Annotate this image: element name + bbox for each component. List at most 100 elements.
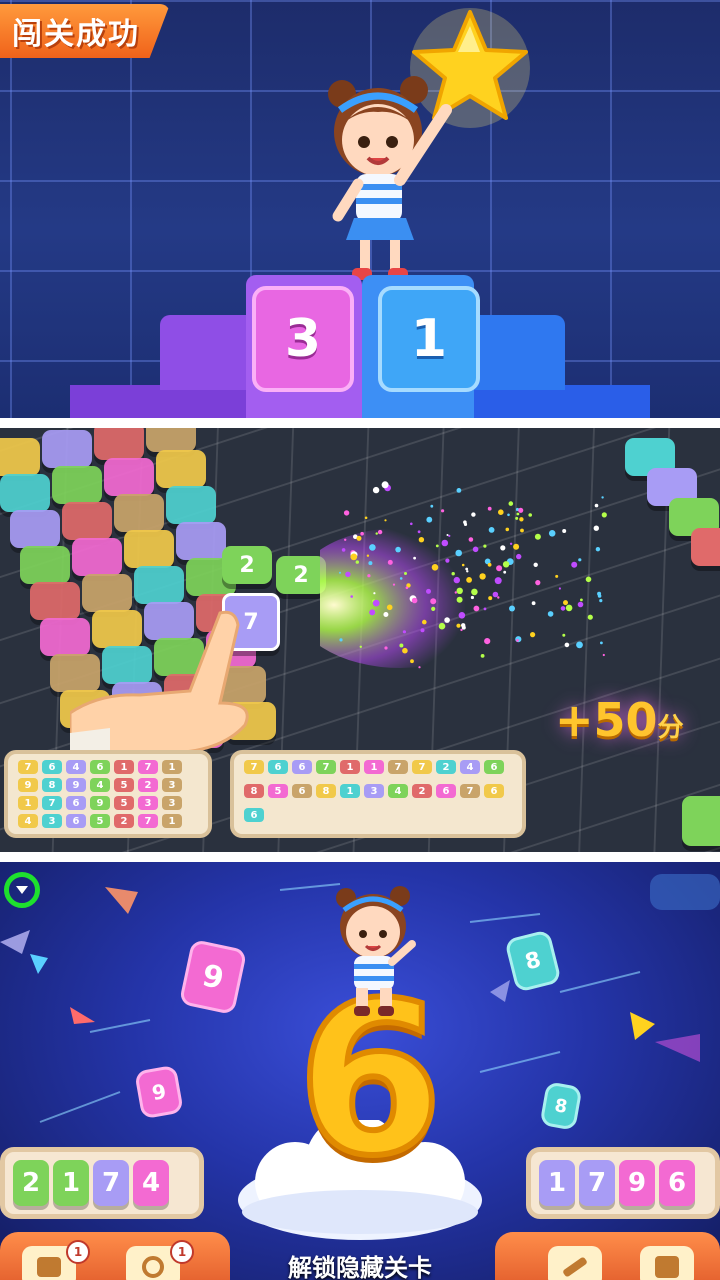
sparkle-dot <box>441 539 449 547</box>
tray-mini-tile: 6 <box>484 760 504 774</box>
sparkle-dot <box>372 486 380 494</box>
sparkle-dot <box>359 645 362 648</box>
sparkle-dot <box>413 556 416 560</box>
tray-mini-tile: 1 <box>364 760 384 774</box>
sparkle-dot <box>518 507 524 513</box>
sparkle-dot <box>381 481 389 489</box>
sparkle-dot <box>399 577 403 580</box>
sparkle-dot <box>404 572 407 575</box>
sparkle-dot <box>392 583 396 586</box>
sparkle-dot <box>339 571 341 574</box>
sparkle-dot <box>431 564 439 571</box>
tray-mini-tile: 5 <box>90 814 110 828</box>
sparkle-dot <box>445 558 450 563</box>
tray-tile[interactable]: 2 <box>13 1160 49 1206</box>
tray-mini-tile: 9 <box>90 796 110 810</box>
tray-mini-tile: 3 <box>42 814 62 828</box>
tray-tile[interactable]: 6 <box>659 1160 695 1206</box>
sparkle-dot <box>473 605 480 612</box>
tray-mini-tile: 7 <box>138 760 158 774</box>
tile-tray-right-bottom[interactable]: 1 7 9 6 <box>526 1147 720 1219</box>
sparkle-dot <box>422 619 427 625</box>
tray-tile[interactable]: 9 <box>619 1160 655 1206</box>
board-tile <box>62 502 112 540</box>
top-right-pill-button[interactable] <box>650 874 720 910</box>
chevron-down-icon <box>16 886 28 894</box>
sparkle-dot <box>492 591 499 598</box>
sparkle-dot <box>496 565 503 572</box>
sparkle-dot <box>560 606 566 611</box>
tray-tile[interactable]: 7 <box>579 1160 615 1206</box>
score-popup: +50分 <box>555 693 684 747</box>
tray-tile[interactable]: 7 <box>93 1160 129 1206</box>
sparkle-dot <box>534 533 541 540</box>
sparkle-dot <box>516 512 520 516</box>
tray-mini-tile: 2 <box>412 784 432 798</box>
sparkle-dot <box>410 659 414 664</box>
sparkle-dot <box>360 531 364 536</box>
board-tile <box>0 438 40 476</box>
sparkle-dot <box>509 605 515 612</box>
sparkle-dot <box>456 623 461 628</box>
board-tile-merge-b[interactable]: 2 <box>276 556 326 594</box>
tray-mini-tile: 8 <box>244 784 264 798</box>
sparkle-dot <box>547 611 554 617</box>
sparkle-dot <box>471 512 476 517</box>
sparkle-dot <box>369 544 376 551</box>
sparkle-dot <box>446 534 449 536</box>
sparkle-dot <box>448 534 451 537</box>
sparkle-dot <box>587 614 593 620</box>
tray-tile[interactable]: 1 <box>53 1160 89 1206</box>
sparkle-dot <box>488 596 493 601</box>
sparkle-dot <box>373 592 376 595</box>
sparkle-dot <box>483 607 487 611</box>
sparkle-dot <box>597 594 602 598</box>
tray-mini-tile: 6 <box>90 760 110 774</box>
board-tile-merge-a[interactable]: 2 <box>222 546 272 584</box>
tray-tile[interactable]: 1 <box>539 1160 575 1206</box>
podium-tile-right: 1 <box>378 286 480 392</box>
tray-mini-tile: 1 <box>162 760 182 774</box>
tray-mini-tile: 7 <box>316 760 336 774</box>
sparkle-dot <box>341 548 346 552</box>
tray-mini-tile: 7 <box>18 760 38 774</box>
sparkle-dot <box>515 516 519 520</box>
sparkle-dot <box>426 588 431 594</box>
sparkle-dot <box>355 560 359 564</box>
sparkle-dot <box>367 574 371 578</box>
board-tile <box>166 486 216 524</box>
hand-pointer-icon <box>70 610 249 763</box>
unlock-level-panel: 9 8 9 8 6 2 1 7 4 1 7 9 6 1 1 解锁隐藏关卡 <box>0 862 720 1280</box>
tray-mini-tile: 2 <box>436 760 456 774</box>
tile-tray-left-bottom[interactable]: 2 1 7 4 <box>0 1147 204 1219</box>
sparkle-dot <box>441 509 445 513</box>
sparkle-dot <box>470 595 474 600</box>
back-circle-button[interactable] <box>4 872 40 908</box>
tray-mini-tile: 4 <box>18 814 38 828</box>
tile-tray-right[interactable]: 76671177246856813426766 <box>230 750 526 838</box>
tray-mini-tile: 1 <box>162 814 182 828</box>
sparkle-dot <box>405 586 409 590</box>
sparkle-dot <box>438 622 446 630</box>
tray-mini-tile: 6 <box>42 760 62 774</box>
tray-tile[interactable]: 4 <box>133 1160 169 1206</box>
sparkle-dot <box>484 638 491 645</box>
sparkle-dot <box>500 545 506 551</box>
tray-mini-tile: 6 <box>436 784 456 798</box>
sparkle-dot <box>577 601 584 608</box>
sparkle-dot <box>601 512 607 518</box>
tile-tray-left[interactable]: 7646171989452317695334365271 <box>4 750 212 838</box>
tray-mini-tile: 3 <box>162 778 182 792</box>
sparkle-dot <box>548 530 556 537</box>
sparkle-dot <box>600 641 603 645</box>
sparkle-dot <box>593 525 599 531</box>
sparkle-dot <box>417 530 421 534</box>
level-complete-banner: 闯关成功 <box>0 4 170 58</box>
sparkle-dot <box>516 639 519 642</box>
tray-mini-tile: 7 <box>138 814 158 828</box>
board-tile <box>124 530 174 568</box>
sparkle-dot <box>528 513 532 517</box>
tray-mini-tile: 7 <box>388 760 408 774</box>
banner-text: 闯关成功 <box>12 17 140 52</box>
sparkle-dot <box>585 576 592 583</box>
